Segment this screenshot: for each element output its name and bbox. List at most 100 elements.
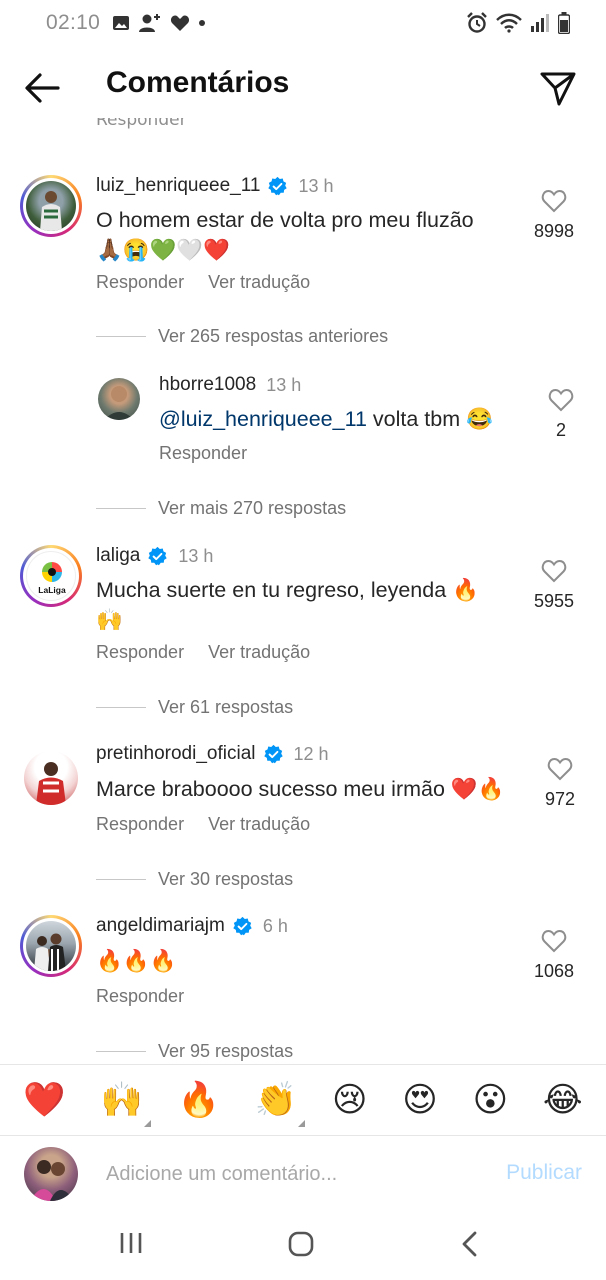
divider xyxy=(96,508,146,509)
heart-icon[interactable] xyxy=(541,929,567,953)
reply-button[interactable]: Responder xyxy=(96,814,184,835)
heart-icon[interactable] xyxy=(547,757,573,781)
home-icon[interactable] xyxy=(287,1230,315,1258)
player-photo-icon xyxy=(40,191,62,231)
emoji-cry-button[interactable]: 😢 xyxy=(332,1083,367,1117)
emoji-heart-eyes-button[interactable]: 😍 xyxy=(402,1083,437,1117)
like-section: 2 xyxy=(531,388,591,441)
wifi-icon xyxy=(496,13,522,33)
divider xyxy=(96,336,146,337)
comment-time: 13 h xyxy=(178,545,214,566)
heart-icon[interactable] xyxy=(541,559,567,583)
avatar[interactable]: LaLiga xyxy=(20,545,82,607)
recent-apps-icon[interactable] xyxy=(118,1230,144,1256)
avatar[interactable] xyxy=(20,915,82,977)
divider xyxy=(96,1051,146,1052)
view-replies-button[interactable]: Ver 30 respostas xyxy=(96,869,293,890)
comment-time: 12 h xyxy=(293,743,329,764)
reply-button[interactable]: Responder xyxy=(96,642,184,663)
comment-actions: Responder Ver tradução xyxy=(96,272,310,293)
status-time: 02:10 xyxy=(46,11,101,34)
comment-actions: Responder Ver tradução xyxy=(96,642,310,663)
divider xyxy=(96,707,146,708)
view-replies-button[interactable]: Ver 61 respostas xyxy=(96,697,293,718)
like-count: 1068 xyxy=(533,961,575,981)
status-right-icons xyxy=(466,12,570,34)
family-photo-icon xyxy=(34,933,66,971)
status-bar: 02:10 xyxy=(0,0,606,46)
reply-button[interactable]: Responder xyxy=(159,443,247,464)
publish-button[interactable]: Publicar xyxy=(506,1161,582,1185)
signal-icon xyxy=(531,14,549,32)
translate-button[interactable]: Ver tradução xyxy=(208,642,310,663)
comment-username[interactable]: pretinhorodi_oficial xyxy=(96,743,256,765)
emoji-laugh-button[interactable]: 😂 xyxy=(543,1083,583,1117)
notification-icons xyxy=(112,13,206,33)
avatar[interactable] xyxy=(98,378,140,420)
comment-input[interactable] xyxy=(106,1155,476,1193)
like-count: 5955 xyxy=(533,591,575,611)
verified-badge-icon xyxy=(268,176,288,195)
reply-button[interactable]: Responder xyxy=(96,986,184,1007)
system-nav-bar xyxy=(0,1212,606,1280)
comment-username[interactable]: luiz_henriqueee_11 xyxy=(96,175,260,197)
emoji-raised-hands-button[interactable]: 🙌 xyxy=(101,1083,151,1127)
reply-username[interactable]: hborre1008 xyxy=(159,374,256,396)
skin-tone-indicator-icon xyxy=(298,1120,306,1127)
partial-reply-link[interactable]: Responder xyxy=(96,118,187,136)
skin-tone-indicator-icon xyxy=(143,1120,151,1127)
send-icon[interactable] xyxy=(538,68,578,108)
heart-icon[interactable] xyxy=(548,388,574,412)
alarm-icon xyxy=(467,12,487,33)
comment-composer: Publicar xyxy=(0,1137,606,1211)
like-section: 8998 xyxy=(524,189,584,242)
gallery-icon xyxy=(113,16,130,30)
comment-time: 6 h xyxy=(262,915,288,936)
verified-badge-icon xyxy=(148,546,168,565)
translate-button[interactable]: Ver tradução xyxy=(208,814,310,835)
emoji-clap-button[interactable]: 👏 xyxy=(255,1083,306,1127)
emoji-surprised-button[interactable]: 😮 xyxy=(473,1083,508,1117)
heart-notification-icon xyxy=(171,15,190,31)
view-replies-button[interactable]: Ver 95 respostas xyxy=(96,1041,293,1062)
back-arrow-icon[interactable] xyxy=(22,70,62,106)
translate-button[interactable]: Ver tradução xyxy=(208,272,310,293)
dot-icon xyxy=(199,20,206,26)
verified-badge-icon xyxy=(233,916,252,935)
current-user-avatar xyxy=(24,1147,78,1201)
reply-actions: Responder xyxy=(159,443,247,464)
avatar[interactable] xyxy=(20,175,82,237)
verified-badge-icon xyxy=(263,744,283,763)
mention-link[interactable]: @luiz_henriqueee_11 xyxy=(159,407,367,431)
like-section: 972 xyxy=(530,757,590,810)
emoji-quick-bar: ❤️ 🙌 🔥 👏 😢 😍 😮 😂 xyxy=(0,1064,606,1136)
user-photo-icon xyxy=(104,386,134,420)
emoji-heart-button[interactable]: ❤️ xyxy=(23,1083,65,1117)
like-count: 8998 xyxy=(533,221,575,241)
view-more-replies-button[interactable]: Ver mais 270 respostas xyxy=(96,498,346,519)
reply-time: 13 h xyxy=(266,374,302,395)
like-count: 2 xyxy=(555,420,566,440)
comment-time: 13 h xyxy=(298,175,334,196)
laliga-logo-text: LaLiga xyxy=(38,585,66,595)
like-section: 5955 xyxy=(524,559,584,612)
like-section: 1068 xyxy=(524,929,584,982)
comment-text: 🔥🔥🔥 xyxy=(96,949,177,973)
reply-button[interactable]: Responder xyxy=(96,272,184,293)
comment-username[interactable]: laliga xyxy=(96,545,140,567)
page-title: Comentários xyxy=(106,66,290,99)
view-replies-button[interactable]: Ver 265 respostas anteriores xyxy=(96,326,388,347)
laliga-logo-icon: LaLiga xyxy=(38,562,66,595)
comment-text: O homem estar de volta pro meu fluzão 🙏🏾… xyxy=(96,208,474,262)
comment-text: Marce braboooo sucesso meu irmão ❤️🔥 xyxy=(96,777,505,801)
avatar[interactable] xyxy=(24,751,78,805)
header: Comentários xyxy=(0,52,606,122)
user-photo-icon xyxy=(30,1160,74,1201)
emoji-fire-button[interactable]: 🔥 xyxy=(178,1083,220,1117)
heart-icon[interactable] xyxy=(541,189,567,213)
reply-text: @luiz_henriqueee_11 volta tbm 😂 xyxy=(159,407,493,431)
comment-username[interactable]: angeldimariajm xyxy=(96,915,225,937)
battery-icon xyxy=(558,12,570,34)
divider xyxy=(96,879,146,880)
back-nav-icon[interactable] xyxy=(458,1230,482,1258)
